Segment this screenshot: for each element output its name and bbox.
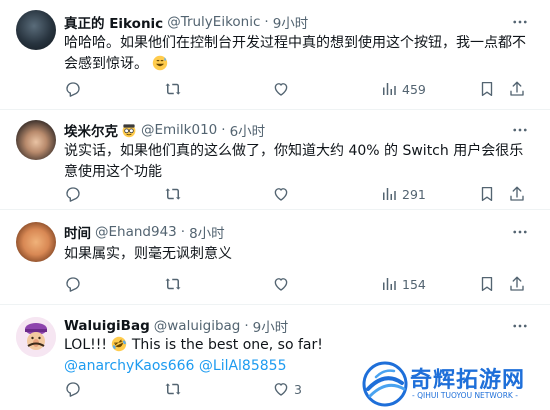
grinning-sweat-emoji-icon: [153, 55, 168, 71]
avatar[interactable]: [16, 10, 56, 50]
avatar[interactable]: [16, 222, 56, 262]
watermark: 奇辉拓游网 - QIHUI TUOYOU NETWORK -: [360, 358, 550, 410]
like-count: 3: [294, 381, 302, 397]
view-count: 291: [402, 186, 426, 202]
views-button[interactable]: 291: [380, 184, 426, 204]
like-button[interactable]: [272, 274, 294, 294]
watermark-title: 奇辉拓游网: [410, 368, 526, 393]
heart-icon: [274, 83, 288, 96]
watermark-globe-icon: [362, 361, 408, 407]
bookmark-button[interactable]: [478, 184, 496, 204]
tweet[interactable]: 埃米尔克 @Emilk010 · 6小时 说实话，如果他们真的这么做了，你知道大…: [0, 110, 550, 210]
tweet[interactable]: 真正的 Eikonic @TrulyEikonic · 9小时 哈哈哈。如果他们…: [0, 0, 550, 110]
timestamp[interactable]: 9小时: [253, 316, 289, 336]
tweet-header: 真正的 Eikonic @TrulyEikonic · 9小时: [64, 12, 308, 32]
like-button[interactable]: [272, 79, 294, 99]
user-handle[interactable]: @TrulyEikonic: [167, 14, 260, 30]
share-button[interactable]: [508, 79, 526, 99]
reply-icon: [66, 277, 80, 292]
watermark-subtitle: - QIHUI TUOYOU NETWORK -: [412, 391, 518, 400]
tweet-body: 哈哈哈。如果他们在控制台开发过程中真的想到使用这个按钮，我一点都不会感到惊讶。: [64, 35, 526, 72]
bookmark-icon: [481, 276, 493, 292]
more-options-icon[interactable]: [510, 316, 530, 336]
share-icon: [510, 276, 524, 291]
reply-icon: [66, 187, 80, 202]
retweet-button[interactable]: [164, 379, 186, 399]
timestamp[interactable]: 6小时: [230, 120, 266, 140]
tweet-text: 说实话，如果他们真的这么做了，你知道大约 40% 的 Switch 用户会很乐意…: [64, 141, 530, 183]
heart-icon: [274, 278, 288, 291]
views-button[interactable]: 459: [380, 79, 426, 99]
user-handle[interactable]: @Ehand943: [95, 224, 177, 240]
retweet-button[interactable]: [164, 79, 186, 99]
tweet-actions: 154: [64, 274, 534, 294]
separator-dot: ·: [244, 318, 249, 334]
bookmark-icon: [481, 81, 493, 97]
mention-link[interactable]: @LilAl85855: [199, 358, 287, 374]
tweet-header: WaluigiBag @waluigibag · 9小时: [64, 316, 288, 336]
nerd-face-emoji-icon: [122, 124, 136, 138]
display-name[interactable]: 时间: [64, 222, 91, 242]
timestamp[interactable]: 9小时: [273, 12, 309, 32]
more-options-icon[interactable]: [510, 120, 530, 140]
bookmark-icon: [481, 186, 493, 202]
heart-icon: [274, 383, 288, 396]
heart-icon: [274, 188, 288, 201]
bookmark-button[interactable]: [478, 79, 496, 99]
tweet-text: 哈哈哈。如果他们在控制台开发过程中真的想到使用这个按钮，我一点都不会感到惊讶。: [64, 33, 530, 75]
reply-button[interactable]: [64, 274, 86, 294]
tweet-actions: 291: [64, 184, 534, 204]
share-button[interactable]: [508, 184, 526, 204]
reply-button[interactable]: [64, 184, 86, 204]
view-count: 459: [402, 81, 426, 97]
retweet-button[interactable]: [164, 184, 186, 204]
view-count: 154: [402, 276, 426, 292]
user-handle[interactable]: @waluigibag: [154, 318, 241, 334]
like-button[interactable]: [272, 184, 294, 204]
tweet-body-start: LOL!!!: [64, 337, 107, 353]
reply-button[interactable]: [64, 379, 86, 399]
retweet-icon: [165, 83, 181, 95]
tweet-text: 如果属实，则毫无讽刺意义: [64, 244, 530, 265]
tweet-body-end: This is the best one, so far!: [131, 337, 323, 353]
analytics-icon: [383, 278, 396, 290]
waluigi-avatar-icon: [16, 317, 56, 357]
tweet-body: 如果属实，则毫无讽刺意义: [64, 246, 232, 262]
display-name[interactable]: WaluigiBag: [64, 318, 150, 334]
display-name[interactable]: 埃米尔克: [64, 120, 118, 140]
share-button[interactable]: [508, 274, 526, 294]
retweet-button[interactable]: [164, 274, 186, 294]
share-icon: [510, 186, 524, 201]
more-options-icon[interactable]: [510, 222, 530, 242]
analytics-icon: [383, 188, 396, 200]
reply-icon: [66, 382, 80, 397]
tweet[interactable]: 时间 @Ehand943 · 8小时 如果属实，则毫无讽刺意义 154: [0, 210, 550, 305]
avatar[interactable]: [16, 317, 56, 357]
tweet-actions: 459: [64, 79, 534, 99]
mention-link[interactable]: @anarchyKaos666: [64, 358, 194, 374]
reply-icon: [66, 82, 80, 97]
tweet-body: 说实话，如果他们真的这么做了，你知道大约 40% 的 Switch 用户会很乐意…: [64, 143, 524, 180]
user-handle[interactable]: @Emilk010: [141, 122, 217, 138]
separator-dot: ·: [180, 224, 186, 240]
timestamp[interactable]: 8小时: [189, 222, 225, 242]
like-button[interactable]: 3: [272, 379, 302, 399]
separator-dot: ·: [221, 122, 226, 138]
tweet-header: 时间 @Ehand943 · 8小时: [64, 222, 225, 242]
rolling-laughing-emoji-icon: [112, 336, 127, 352]
avatar[interactable]: [16, 120, 56, 160]
separator-dot: ·: [264, 14, 269, 30]
bookmark-button[interactable]: [478, 274, 496, 294]
analytics-icon: [383, 83, 396, 95]
views-button[interactable]: 154: [380, 274, 426, 294]
display-name[interactable]: 真正的 Eikonic: [64, 12, 163, 32]
retweet-icon: [165, 383, 181, 395]
retweet-icon: [165, 188, 181, 200]
reply-button[interactable]: [64, 79, 86, 99]
more-options-icon[interactable]: [510, 12, 530, 32]
retweet-icon: [165, 278, 181, 290]
share-icon: [510, 81, 524, 96]
tweet-header: 埃米尔克 @Emilk010 · 6小时: [64, 120, 265, 140]
